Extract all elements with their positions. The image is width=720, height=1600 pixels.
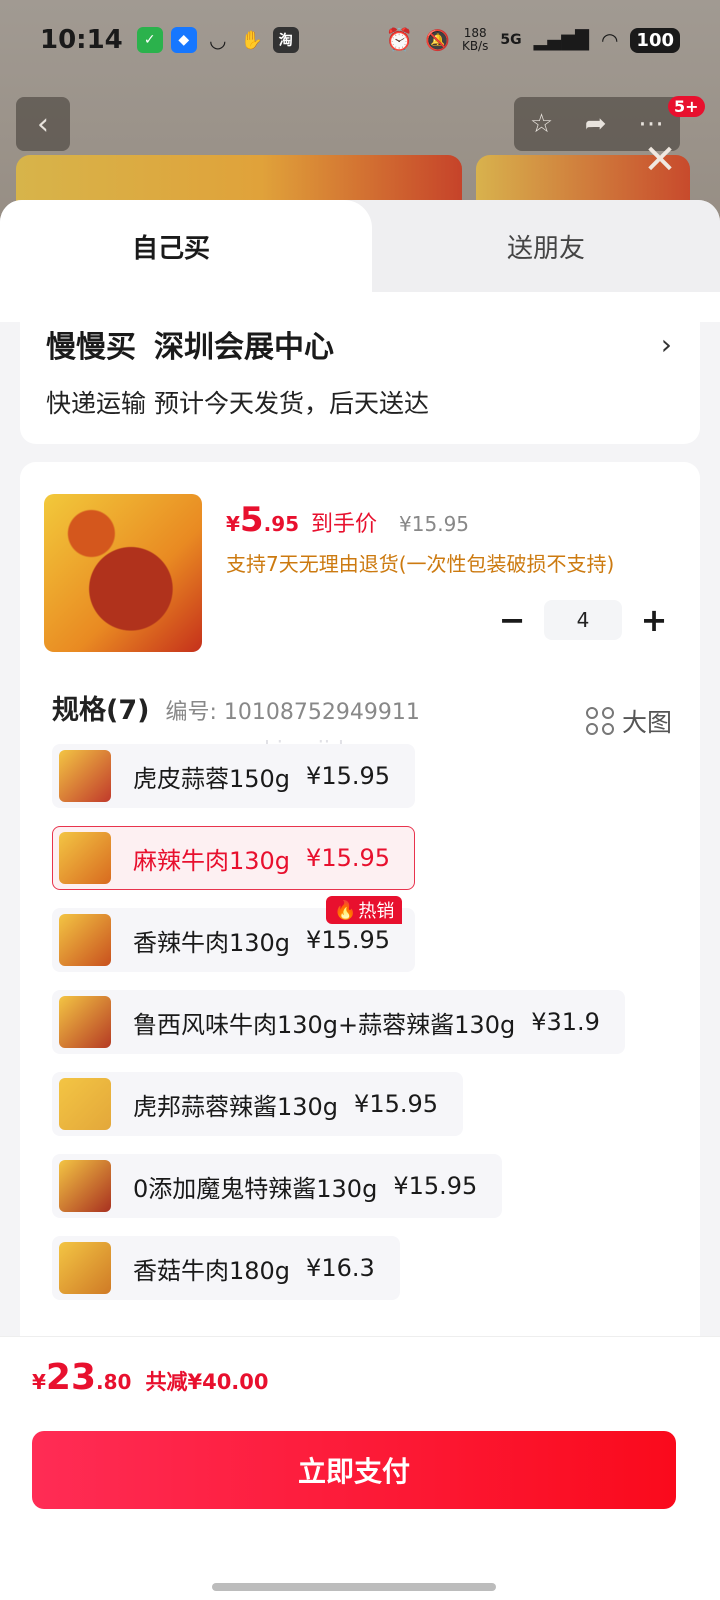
wifi-icon: ◠ — [600, 28, 619, 52]
total-decimal: .80 — [96, 1370, 132, 1394]
product-card: ¥5.95 到手价 ¥15.95 支持7天无理由退货(一次性包装破损不支持) −… — [20, 462, 700, 1352]
net-speed: 188 KB/s — [462, 27, 488, 53]
price-decimal: .95 — [263, 512, 300, 536]
purchase-sheet: 自己买 送朋友 慢慢买 深圳会展中心 › 快递运输 预计今天发货，后天送达 ¥5… — [0, 200, 720, 1600]
final-price-label: 到手价 — [311, 512, 378, 537]
spec-thumbnail — [59, 832, 111, 884]
handshake-icon: ✋ — [240, 29, 263, 51]
spec-option[interactable]: 麻辣牛肉130g ¥15.95 — [52, 826, 416, 890]
spec-option-label: 香辣牛肉130g — [133, 928, 291, 957]
spec-thumbnail — [59, 1160, 111, 1212]
product-image[interactable] — [44, 494, 202, 652]
status-time: 10:14 — [40, 25, 123, 55]
spec-thumbnail — [59, 1242, 111, 1294]
price-row: ¥5.95 到手价 ¥15.95 — [226, 500, 469, 540]
increase-quantity-button[interactable]: + — [636, 601, 672, 639]
big-image-toggle[interactable]: 大图 — [585, 703, 672, 739]
big-image-label: 大图 — [621, 708, 672, 737]
message-count-badge: 5+ — [668, 96, 705, 117]
spec-option-price: ¥31.9 — [531, 1008, 600, 1036]
spec-option-price: ¥15.95 — [306, 762, 391, 790]
purchase-tabs: 自己买 送朋友 — [0, 200, 720, 292]
spec-title: 规格(7) — [52, 695, 150, 726]
chevron-left-icon: ‹ — [37, 106, 49, 142]
back-button[interactable]: ‹ — [16, 97, 70, 151]
spec-header: 规格(7) 编号: 10108752949911 大图 — [52, 688, 672, 739]
price-currency: ¥ — [226, 512, 240, 536]
final-price: ¥5.95 — [226, 500, 299, 540]
address-title: 慢慢买 深圳会展中心 — [46, 322, 674, 366]
tab-gift-to-friend[interactable]: 送朋友 — [372, 200, 720, 292]
discount-total: 共减¥40.00 — [145, 1370, 269, 1394]
tab-buy-for-self[interactable]: 自己买 — [0, 200, 372, 292]
spec-option[interactable]: 香菇牛肉180g ¥16.3 — [52, 1236, 400, 1300]
spec-option[interactable]: 虎皮蒜蓉150g ¥15.95 — [52, 744, 416, 808]
signal-icon: ▂▄▆█ — [533, 29, 589, 51]
alarm-icon: ⏰ — [385, 27, 414, 53]
net-speed-value: 188 — [463, 26, 487, 40]
hot-sale-label: 热销 — [358, 901, 395, 922]
spec-thumbnail — [59, 1078, 111, 1130]
network-type: 5G — [500, 32, 522, 48]
quantity-input[interactable]: 4 — [544, 600, 622, 640]
taobao-icon: 淘 — [272, 27, 299, 53]
notification-icons: ✓ ◆ ◡ ✋ 淘 — [136, 27, 299, 53]
spec-option-price: ¥15.95 — [354, 1090, 439, 1118]
spec-option-label: 麻辣牛肉130g — [133, 846, 291, 875]
more-icon[interactable]: ⋯ — [638, 109, 664, 139]
spec-thumbnail — [59, 750, 111, 802]
alipay-icon: ◆ — [170, 27, 197, 53]
close-icon[interactable]: ✕ — [640, 140, 680, 180]
favorite-star-icon[interactable]: ☆ — [530, 109, 553, 139]
return-policy-note: 支持7天无理由退货(一次性包装破损不支持) — [226, 552, 615, 576]
spec-option-label: 香菇牛肉180g — [133, 1256, 291, 1285]
decrease-quantity-button[interactable]: − — [494, 601, 530, 639]
chevron-right-icon: › — [660, 328, 672, 361]
spec-option-label: 虎皮蒜蓉150g — [133, 764, 291, 793]
pay-now-button[interactable]: 立即支付 — [32, 1431, 676, 1509]
total-currency: ¥ — [32, 1370, 46, 1394]
battery-indicator: 100 — [630, 27, 680, 53]
spec-thumbnail — [59, 914, 111, 966]
quantity-stepper: − 4 + — [494, 600, 672, 640]
spec-option[interactable]: 0添加魔鬼特辣酱130g ¥15.95 — [52, 1154, 503, 1218]
spec-thumbnail — [59, 996, 111, 1048]
checkout-bar: ¥23.80 共减¥40.00 立即支付 — [0, 1336, 720, 1600]
net-speed-unit: KB/s — [461, 39, 489, 53]
spec-option-label: 虎邦蒜蓉辣酱130g — [133, 1092, 339, 1121]
total-price: ¥23.80 共减¥40.00 — [32, 1357, 269, 1398]
status-bar: 10:14 ✓ ◆ ◡ ✋ 淘 ⏰ 🔕 188 KB/s 5G ▂▄▆█ ◠ 1… — [0, 0, 720, 80]
spec-option-price: ¥15.95 — [306, 844, 391, 872]
address-card[interactable]: 慢慢买 深圳会展中心 › 快递运输 预计今天发货，后天送达 — [20, 300, 700, 444]
delivery-estimate: 快递运输 预计今天发货，后天送达 — [46, 389, 429, 418]
home-indicator — [212, 1583, 496, 1591]
status-indicators: ⏰ 🔕 188 KB/s 5G ▂▄▆█ ◠ 100 — [386, 27, 680, 53]
mute-icon: 🔕 — [425, 28, 450, 52]
spec-option-price: ¥15.95 — [306, 926, 391, 954]
spec-option[interactable]: 虎邦蒜蓉辣酱130g ¥15.95 — [52, 1072, 464, 1136]
store-name: 慢慢买 — [46, 330, 136, 365]
grid-view-icon — [585, 707, 614, 735]
price-integer: 5 — [239, 500, 264, 540]
flame-icon: 🔥 — [334, 899, 357, 921]
wechat-icon: ✓ — [136, 27, 163, 53]
spec-option-label: 鲁西风味牛肉130g+蒜蓉辣酱130g — [133, 1010, 516, 1039]
spec-option[interactable]: 鲁西风味牛肉130g+蒜蓉辣酱130g ¥31.9 — [52, 990, 625, 1054]
location-name: 深圳会展中心 — [154, 330, 334, 365]
spec-option-price: ¥16.3 — [306, 1254, 375, 1282]
original-price: ¥15.95 — [399, 512, 470, 536]
shield-icon: ◡ — [210, 28, 226, 52]
spec-option-label: 0添加魔鬼特辣酱130g — [133, 1174, 378, 1203]
share-icon[interactable]: ➦ — [585, 109, 607, 139]
spec-option-price: ¥15.95 — [393, 1172, 478, 1200]
product-code: 编号: 10108752949911 — [165, 700, 420, 725]
total-integer: 23 — [45, 1357, 97, 1398]
hot-sale-badge: 🔥 热销 — [326, 896, 403, 924]
